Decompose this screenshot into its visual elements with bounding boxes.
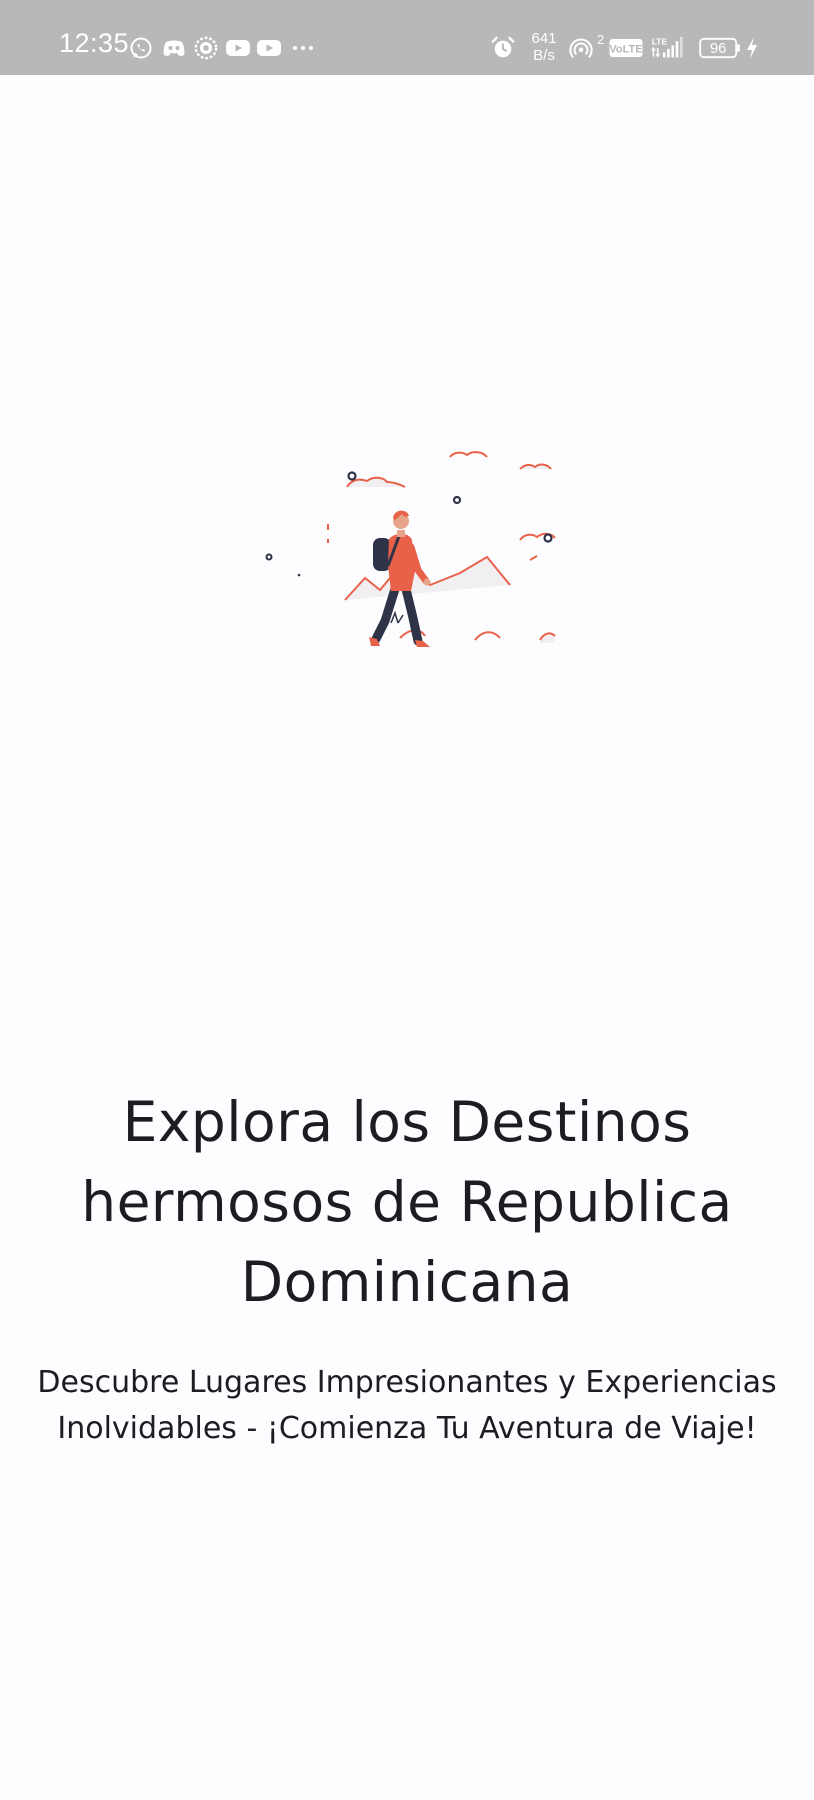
sparkle-icon (543, 533, 553, 543)
svg-text:VoLTE: VoLTE (609, 44, 642, 56)
cloud-icon (519, 463, 552, 470)
network-speed-value: 641 (531, 30, 557, 47)
lte-signal-icon: LTE (651, 37, 683, 58)
onboarding-tagline: Descubre Lugares Impresionantes y Experi… (37, 1365, 777, 1446)
traveler-figure (369, 510, 431, 647)
mountains-icon (327, 524, 556, 643)
sparkle-icon (297, 573, 301, 577)
svg-text:LTE: LTE (652, 37, 668, 47)
signal-superscript: 2 (597, 32, 604, 47)
charging-icon (747, 37, 757, 59)
discord-icon (163, 40, 185, 56)
whatsapp-icon (130, 37, 152, 59)
volte-icon: VoLTE (609, 39, 643, 57)
svg-text:96: 96 (710, 41, 726, 57)
onboarding-headline: Explora los Destinos hermosos de Republi… (81, 1090, 733, 1314)
status-time: 12:35 (59, 28, 130, 58)
sparkle-icon (265, 553, 273, 561)
alarm-icon (491, 36, 515, 58)
youtube-icon (257, 40, 281, 56)
traveler-illustration (265, 451, 556, 647)
network-speed: 641 B/s (528, 30, 560, 64)
status-bar: 12:35 641 B/s 2 VoLTE LTE 96 (0, 0, 814, 75)
settings-icon (194, 36, 218, 60)
youtube-icon (226, 40, 250, 56)
sparkle-icon (347, 471, 357, 481)
sparkle-icon (452, 495, 462, 505)
svg-text:2: 2 (597, 32, 604, 47)
hotspot-icon (569, 38, 593, 58)
network-speed-unit: B/s (533, 47, 555, 64)
cloud-icon (346, 476, 406, 488)
more-dots-icon (293, 46, 313, 50)
battery-icon: 96 (699, 37, 740, 59)
cloud-icon (449, 451, 488, 458)
